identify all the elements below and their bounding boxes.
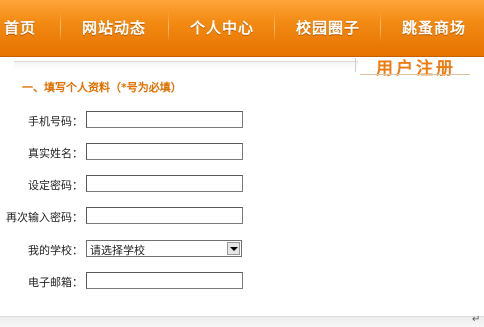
page-title: 用户注册 <box>376 59 456 79</box>
form-row-password: 设定密码： <box>0 174 260 196</box>
nav-separator <box>274 12 275 42</box>
form-row-confirm-password: 再次输入密码： <box>0 206 260 228</box>
form-row-phone: 手机号码： <box>0 110 260 132</box>
nav-separator <box>380 12 381 42</box>
email-input[interactable] <box>86 272 243 289</box>
tab-header-edge <box>355 58 360 72</box>
school-label: 我的学校： <box>28 244 83 257</box>
nav-separator <box>60 12 61 42</box>
confirm-password-input[interactable] <box>86 207 243 224</box>
tab-header-line <box>14 61 358 70</box>
nav-item-flea-market[interactable]: 跳蚤商场 <box>402 17 466 38</box>
form-row-real-name: 真实姓名： <box>0 142 260 164</box>
real-name-label: 真实姓名： <box>28 147 83 160</box>
section-title: 一、填写个人资料（*号为必填） <box>22 81 182 94</box>
nav-item-news[interactable]: 网站动态 <box>82 17 146 38</box>
password-input[interactable] <box>86 175 243 192</box>
phone-label: 手机号码： <box>28 115 83 128</box>
chevron-down-icon[interactable] <box>227 242 240 255</box>
nav-item-home[interactable]: 首页 <box>4 17 36 38</box>
form-row-email: 电子邮箱： <box>0 271 260 293</box>
bottom-bar <box>0 316 484 327</box>
confirm-password-label: 再次输入密码： <box>6 211 83 224</box>
school-select[interactable]: 请选择学校 <box>86 240 242 257</box>
nav-item-personal-center[interactable]: 个人中心 <box>190 17 254 38</box>
nav-item-campus-circle[interactable]: 校园圈子 <box>296 17 360 38</box>
nav-separator <box>168 12 169 42</box>
password-label: 设定密码： <box>28 179 83 192</box>
real-name-input[interactable] <box>86 143 243 160</box>
phone-input[interactable] <box>86 111 243 128</box>
school-select-value: 请选择学校 <box>90 244 145 257</box>
return-mark: ↵ <box>472 314 481 325</box>
top-nav-bar: 首页 网站动态 个人中心 校园圈子 跳蚤商场 <box>0 0 484 57</box>
title-divider <box>360 74 470 75</box>
form-row-school: 我的学校： 请选择学校 <box>0 239 260 261</box>
email-label: 电子邮箱： <box>28 276 83 289</box>
